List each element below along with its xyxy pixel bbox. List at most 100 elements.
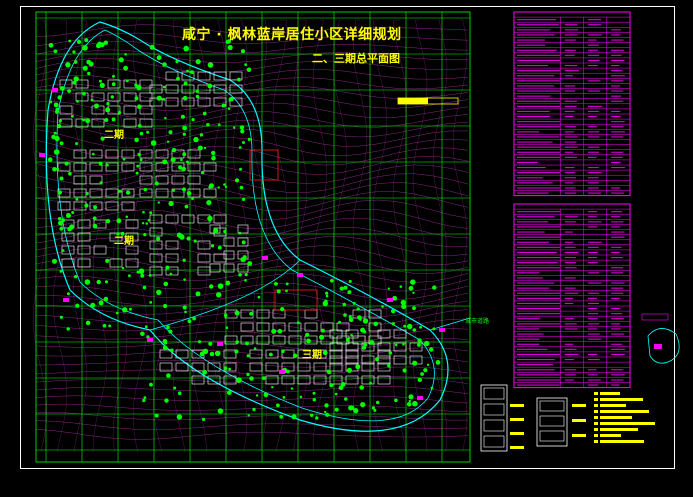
building-footprint: [149, 266, 163, 276]
table-cell-value: [564, 146, 578, 148]
tree-marker: [98, 161, 103, 166]
tree-marker: [246, 354, 250, 358]
table-cell-value: [564, 24, 578, 26]
building-footprint: [203, 188, 217, 198]
table-cell-value: [611, 80, 624, 82]
table-cell-value: [587, 313, 599, 315]
tree-marker: [193, 136, 199, 143]
tree-marker: [84, 203, 89, 208]
tree-marker: [106, 102, 110, 106]
tree-marker: [248, 67, 252, 71]
contour-line: [35, 181, 469, 203]
building-footprint: [288, 322, 302, 332]
tree-marker: [357, 315, 362, 320]
table-cell-value: [564, 49, 576, 51]
contour-line: [35, 58, 469, 73]
tree-marker: [322, 350, 328, 356]
table-cell-value: [587, 318, 598, 320]
table-cell-value: [587, 116, 597, 118]
tree-marker: [218, 123, 221, 127]
tree-marker: [420, 372, 424, 376]
table-cell-value: [611, 85, 620, 87]
building-footprint: [165, 214, 179, 224]
tree-marker: [149, 44, 155, 50]
tree-marker: [244, 63, 248, 66]
tree-marker: [312, 398, 316, 402]
table-cell-value: [587, 272, 600, 274]
tree-marker: [92, 223, 98, 229]
tree-marker: [388, 351, 393, 355]
tree-marker: [338, 320, 342, 324]
tree-marker: [387, 287, 390, 290]
table-cell-value: [587, 105, 602, 107]
tree-marker: [227, 44, 233, 51]
tree-marker: [164, 398, 169, 403]
tree-marker: [90, 302, 96, 308]
building-footprint: [77, 258, 91, 268]
table-cell-value: [611, 313, 623, 315]
tree-marker: [234, 310, 240, 316]
tree-marker: [127, 274, 131, 278]
tree-marker: [402, 343, 405, 346]
tree-marker: [252, 407, 256, 412]
table-cell-value: [564, 353, 579, 355]
table-cell-text: [517, 90, 560, 92]
plan-border: [35, 11, 471, 463]
tree-marker: [58, 119, 62, 123]
tree-marker: [217, 186, 220, 189]
contour-line: [35, 357, 469, 368]
table-cell-value: [611, 272, 624, 274]
tree-marker: [242, 255, 247, 260]
tree-marker: [375, 400, 380, 405]
table-cell-text: [517, 167, 546, 169]
table-cell-text: [517, 146, 560, 148]
tree-marker: [66, 327, 70, 331]
table-cell-value: [564, 328, 578, 330]
location-map-caption: [641, 313, 669, 321]
table-cell-value: [564, 216, 578, 218]
tree-marker: [276, 289, 281, 294]
table-cell-value: [587, 110, 599, 112]
building-footprint: [203, 162, 217, 172]
table-cell-value: [564, 323, 577, 325]
table-cell-value: [611, 95, 621, 97]
tree-marker: [213, 228, 219, 234]
tree-marker: [255, 394, 259, 397]
tree-marker: [412, 328, 417, 332]
building-footprint: [209, 263, 221, 273]
tree-marker: [352, 301, 356, 305]
tree-marker: [168, 200, 174, 207]
tree-marker: [229, 96, 234, 102]
tree-marker: [211, 244, 215, 248]
table-cell-value: [587, 216, 597, 218]
tree-marker: [96, 279, 101, 285]
table-cell-value: [564, 287, 576, 289]
cad-drawing-canvas[interactable]: 咸宁 · 枫林蓝岸居住小区详细规划 二、三期总平面图 二期 二期 三期 城市道路: [0, 0, 693, 497]
building-footprint: [224, 335, 238, 345]
tree-marker: [162, 62, 167, 67]
table-cell-text: [517, 267, 560, 269]
building-footprint: [105, 188, 119, 198]
tree-marker: [325, 412, 330, 417]
tree-marker: [168, 329, 173, 334]
tree-marker: [182, 125, 188, 131]
building-footprint: [256, 322, 270, 332]
marker-dot: [217, 342, 223, 346]
tree-marker: [315, 416, 319, 420]
table-cell-value: [587, 379, 601, 381]
building-footprint: [361, 375, 375, 385]
tree-marker: [166, 325, 170, 330]
table-cell-value: [611, 70, 623, 72]
tree-marker: [214, 350, 221, 357]
table-cell-value: [564, 192, 577, 194]
tree-marker: [247, 414, 250, 417]
table-cell-text: [517, 80, 560, 82]
tree-marker: [85, 320, 91, 326]
tree-marker: [142, 285, 147, 290]
tree-marker: [238, 231, 242, 235]
table-cell-text: [517, 292, 560, 294]
tree-marker: [369, 340, 375, 345]
site-plan-drawing[interactable]: [0, 0, 693, 497]
table-cell-value: [611, 323, 621, 325]
building-footprint: [171, 175, 185, 185]
